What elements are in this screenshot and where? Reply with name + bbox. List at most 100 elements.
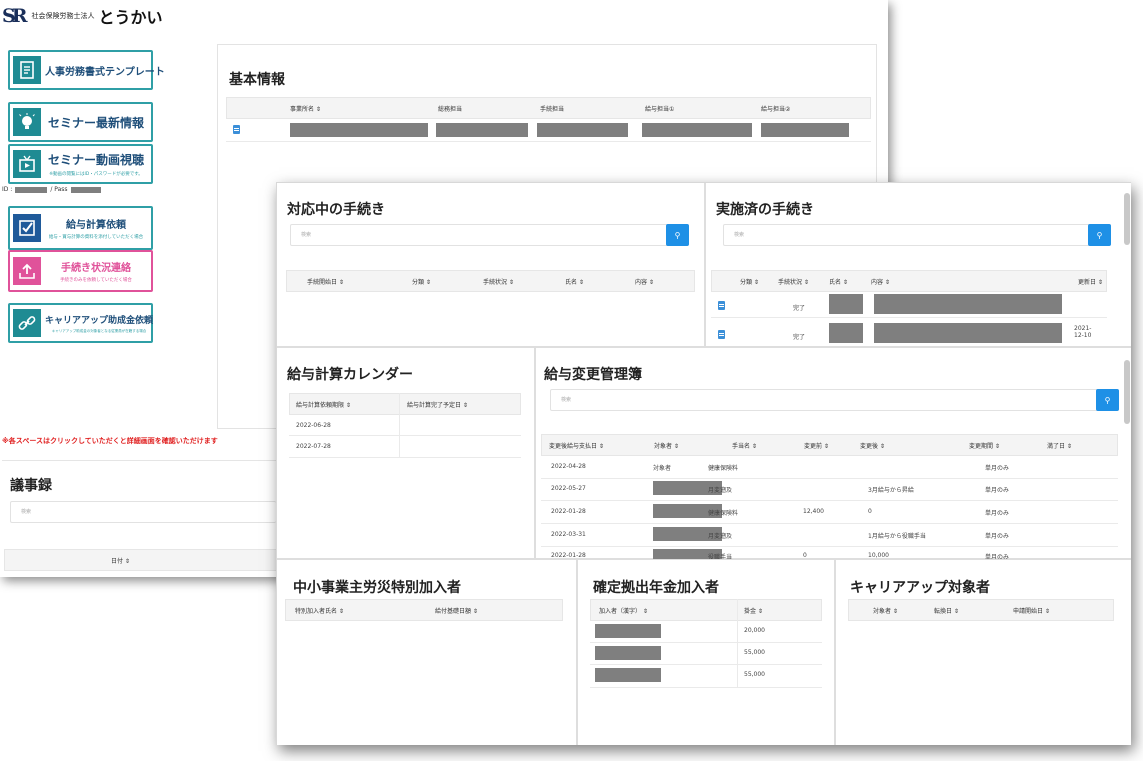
col-contribution[interactable]: 掛金 ⇕	[744, 606, 763, 615]
upload-icon	[13, 257, 41, 285]
salary-after-2: 3月給与から昇給	[868, 487, 914, 494]
redacted-office-name	[290, 123, 428, 137]
salary-date-1: 2022-04-28	[551, 463, 586, 470]
redacted-member	[595, 668, 661, 682]
col-start-date[interactable]: 手続開始日 ⇕	[307, 277, 344, 286]
minutes-search-placeholder: 検索	[21, 509, 32, 515]
col-expiry[interactable]: 満了日 ⇕	[1047, 441, 1072, 450]
pass-label: / Pass	[50, 186, 68, 193]
logo-mark: SR	[2, 5, 27, 27]
career-up-panel[interactable]: キャリアアップ対象者 対象者 ⇕ 転換日 ⇕ 申請開始日 ⇕	[835, 559, 1131, 745]
col-target-person[interactable]: 対象者 ⇕	[873, 606, 898, 615]
salary-date-2: 2022-05-27	[551, 485, 586, 492]
salary-after-5: 10,000	[868, 552, 889, 559]
col-office-name[interactable]: 事業所名 ⇕	[290, 104, 321, 113]
link-icon	[13, 309, 41, 337]
salary-change-search-placeholder: 検索	[561, 397, 572, 403]
minutes-title: 議事録	[10, 478, 52, 494]
payroll-request-label: 給与計算依頼	[66, 220, 126, 231]
search-icon[interactable]: ⚲	[666, 224, 689, 246]
completed-search-input[interactable]: 検索 ⚲	[723, 224, 1111, 246]
col-content[interactable]: 内容 ⇕	[635, 277, 654, 286]
payroll-calendar-panel[interactable]: 給与計算カレンダー 給与計算依頼期限 ⇕ 給与計算完了予定日 ⇕ 2022-06…	[277, 347, 535, 559]
career-up-request-label: キャリアアップ助成金依頼	[45, 315, 154, 326]
logo-name: とうかい	[98, 8, 163, 27]
search-icon[interactable]: ⚲	[1088, 224, 1111, 246]
col-request-deadline[interactable]: 給与計算依頼期限 ⇕	[296, 400, 351, 409]
col-before[interactable]: 変更前 ⇕	[804, 441, 829, 450]
col-category[interactable]: 分類 ⇕	[412, 277, 431, 286]
salary-allowance-2: 月変遡及	[708, 487, 733, 494]
completed-panel[interactable]: 実施済の手続き 検索 ⚲ 分類 ⇕ 手続状況 ⇕ 氏名 ⇕ 内容 ⇕ 更新日 ⇕…	[705, 183, 1131, 347]
search-icon[interactable]: ⚲	[1096, 389, 1119, 411]
scrollbar[interactable]	[1124, 193, 1130, 245]
seminar-info-button[interactable]: セミナー最新情報	[8, 102, 153, 142]
salary-date-5: 2022-01-28	[551, 552, 586, 559]
col-allowance[interactable]: 手当名 ⇕	[732, 441, 757, 450]
col-application-start[interactable]: 申請開始日 ⇕	[1013, 606, 1050, 615]
in-progress-panel[interactable]: 対応中の手続き 検索 ⚲ 手続開始日 ⇕ 分類 ⇕ 手続状況 ⇕ 氏名 ⇕ 内容…	[277, 183, 705, 347]
col-target[interactable]: 対象者 ⇕	[654, 441, 679, 450]
salary-allowance-1: 健康保険料	[708, 465, 739, 472]
completed-status-2: 完了	[793, 334, 806, 341]
redacted-payroll-staff-2	[761, 123, 849, 137]
seminar-info-label: セミナー最新情報	[47, 115, 144, 130]
id-redacted	[15, 186, 48, 193]
col-conversion-date[interactable]: 転換日 ⇕	[934, 606, 959, 615]
sme-insurance-header: 特別加入者氏名 ⇕ 給付基礎日額 ⇕	[285, 599, 563, 621]
calendar-deadline-1: 2022-06-28	[296, 422, 331, 429]
row-divider	[711, 317, 1107, 318]
dc-pension-title: 確定拠出年金加入者	[593, 580, 719, 596]
col-pay-date[interactable]: 変更後給与支払日 ⇕	[549, 441, 604, 450]
dc-pension-panel[interactable]: 確定拠出年金加入者 加入者（漢字） ⇕ 掛金 ⇕ 20,000 55,000 5…	[577, 559, 835, 745]
id-pass-line: ID : / Pass	[2, 186, 101, 193]
redacted-procedure-staff	[537, 123, 628, 137]
salary-period-3: 単月のみ	[985, 510, 1010, 517]
salary-date-4: 2022-03-31	[551, 531, 586, 538]
col-status[interactable]: 手続状況 ⇕	[483, 277, 514, 286]
col-category[interactable]: 分類 ⇕	[740, 277, 759, 286]
minutes-card[interactable]: 議事録 検索 日付 ⇕	[2, 460, 276, 577]
salary-change-search-input[interactable]: 検索 ⚲	[550, 389, 1119, 411]
col-status[interactable]: 手続状況 ⇕	[778, 277, 809, 286]
col-after[interactable]: 変更後 ⇕	[860, 441, 885, 450]
row-divider	[541, 546, 1118, 547]
file-icon[interactable]	[233, 125, 240, 134]
file-icon[interactable]	[718, 330, 725, 339]
checkbox-icon	[13, 214, 41, 242]
redacted-content	[874, 294, 1062, 314]
col-member-name[interactable]: 特別加入者氏名 ⇕	[295, 606, 344, 615]
calendar-deadline-2: 2022-07-28	[296, 443, 331, 450]
company-logo[interactable]: SR 社会保険労務士法人 とうかい	[2, 4, 163, 28]
procedure-status-button[interactable]: 手続き状況連絡 手続きのみを依頼していただく場合	[8, 250, 153, 292]
col-name[interactable]: 氏名 ⇕	[829, 277, 848, 286]
redacted-name	[829, 294, 863, 314]
file-icon[interactable]	[718, 301, 725, 310]
scrollbar[interactable]	[1124, 360, 1130, 424]
col-period[interactable]: 変更期間 ⇕	[969, 441, 1000, 450]
salary-date-3: 2022-01-28	[551, 508, 586, 515]
calendar-header: 給与計算依頼期限 ⇕ 給与計算完了予定日 ⇕	[289, 393, 521, 415]
col-content[interactable]: 内容 ⇕	[871, 277, 890, 286]
col-completion-date[interactable]: 給与計算完了予定日 ⇕	[407, 400, 468, 409]
col-name[interactable]: 氏名 ⇕	[565, 277, 584, 286]
salary-change-panel[interactable]: 給与変更管理簿 検索 ⚲ 変更後給与支払日 ⇕ 対象者 ⇕ 手当名 ⇕ 変更前 …	[535, 347, 1131, 561]
career-up-request-button[interactable]: キャリアアップ助成金依頼 キャリアアップ助成金の対象者となる従業員が在籍する場合	[8, 303, 153, 343]
col-updated[interactable]: 更新日 ⇕	[1078, 277, 1103, 286]
col-member-kanji[interactable]: 加入者（漢字） ⇕	[599, 606, 648, 615]
seminar-video-button[interactable]: セミナー動画視聴 ※動画の閲覧にはID・パスワードが必要です。	[8, 144, 153, 184]
sme-insurance-panel[interactable]: 中小事業主労災特別加入者 特別加入者氏名 ⇕ 給付基礎日額 ⇕	[277, 559, 577, 745]
payroll-request-button[interactable]: 給与計算依頼 給与・賞与計算の資料を添付していただく場合	[8, 206, 153, 250]
col-procedure-staff: 手続担当	[540, 106, 565, 113]
redacted-payroll-staff-1	[642, 123, 752, 137]
col-daily-base[interactable]: 給付基礎日額 ⇕	[435, 606, 478, 615]
row-divider	[289, 435, 521, 436]
completed-title: 実施済の手続き	[716, 202, 814, 218]
redacted-member	[595, 646, 661, 660]
in-progress-search-input[interactable]: 検索 ⚲	[290, 224, 689, 246]
salary-allowance-4: 月変遡及	[708, 533, 733, 540]
minutes-search-input[interactable]: 検索	[10, 501, 276, 523]
template-button[interactable]: 人事労務書式テンプレート	[8, 50, 165, 90]
col-date[interactable]: 日付 ⇕	[111, 556, 130, 565]
front-window: 対応中の手続き 検索 ⚲ 手続開始日 ⇕ 分類 ⇕ 手続状況 ⇕ 氏名 ⇕ 内容…	[276, 182, 1131, 745]
